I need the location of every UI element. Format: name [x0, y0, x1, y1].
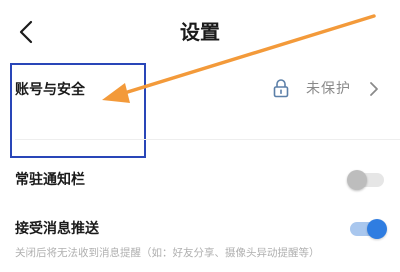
settings-screen: 设置 账号与安全 未保护 常驻通知栏 接受消息推送 关闭后将无法收到消息提醒（如…	[0, 0, 400, 272]
pinned-notification-toggle[interactable]	[347, 170, 384, 190]
pinned-notification-label: 常驻通知栏	[15, 172, 85, 188]
chevron-right-icon	[370, 82, 378, 96]
page-title: 设置	[180, 20, 220, 44]
push-messages-toggle[interactable]	[350, 219, 387, 239]
toggle-knob	[367, 219, 387, 239]
push-messages-label: 接受消息推送	[15, 221, 99, 237]
account-status-text: 未保护	[306, 81, 351, 97]
toggle-knob	[347, 170, 367, 190]
lock-icon	[273, 79, 289, 98]
header: 设置	[0, 0, 400, 64]
push-messages-description: 关闭后将无法收到消息提醒（如：好友分享、摄像头异动提醒等）	[15, 247, 320, 259]
divider	[15, 139, 400, 140]
highlight-box	[10, 63, 146, 158]
